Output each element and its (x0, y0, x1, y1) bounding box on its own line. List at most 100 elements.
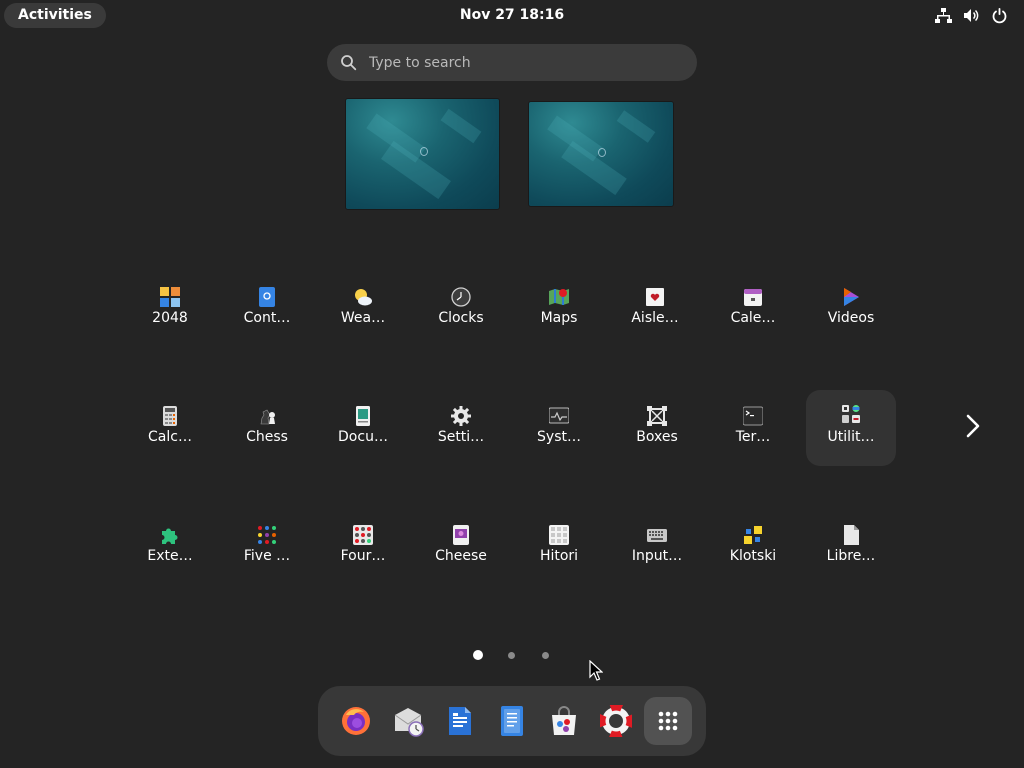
page-dot-3[interactable] (542, 652, 549, 659)
app-aisleriot[interactable]: Aisle… (610, 275, 700, 347)
app-label: Calc… (148, 429, 192, 445)
calendar-icon (744, 289, 762, 306)
app-weather[interactable]: Wea… (318, 275, 408, 347)
boxes-icon (647, 406, 667, 426)
app-calendar[interactable]: Cale… (708, 275, 798, 347)
system-monitor-icon (549, 407, 569, 424)
debian-swirl-icon (598, 148, 606, 157)
app-label: Clocks (438, 310, 484, 326)
app-label: Exte… (147, 548, 193, 564)
page-dot-1[interactable] (473, 650, 483, 660)
wallpaper-shard (440, 108, 482, 144)
app-maps[interactable]: Maps (514, 275, 604, 347)
hitori-icon (549, 525, 569, 545)
app-label: Five … (243, 548, 291, 564)
workspace-thumbnail-1[interactable] (346, 99, 499, 209)
app-label: Aisle… (631, 310, 679, 326)
app-input-method[interactable]: Input… (612, 513, 702, 585)
chevron-right-icon[interactable] (962, 413, 984, 439)
writer-document-icon (449, 707, 471, 735)
contacts-icon (259, 287, 275, 307)
search-icon (341, 55, 357, 71)
dock-show-apps[interactable] (644, 697, 692, 745)
app-2048[interactable]: 2048 (125, 275, 215, 347)
app-calculator[interactable]: Calc… (125, 394, 215, 466)
dock-evolution[interactable] (384, 697, 432, 745)
maps-icon (549, 289, 569, 305)
power-icon[interactable] (991, 7, 1008, 24)
app-terminal[interactable]: Ter… (708, 394, 798, 466)
settings-gear-icon (451, 406, 471, 426)
text-editor-icon (501, 706, 523, 736)
volume-icon[interactable] (963, 7, 980, 24)
page-dot-2[interactable] (508, 652, 515, 659)
mouse-pointer-icon (589, 660, 603, 681)
dock-software[interactable] (540, 697, 588, 745)
app-label: Libre… (826, 548, 876, 564)
app-cheese[interactable]: Cheese (416, 513, 506, 585)
dock-help[interactable] (592, 697, 640, 745)
app-clocks[interactable]: Clocks (416, 275, 506, 347)
app-label: Videos (827, 310, 875, 326)
workspace-thumbnail-2[interactable] (529, 102, 673, 206)
app-label: Maps (540, 310, 578, 326)
app-label: Chess (246, 429, 288, 445)
document-viewer-icon (356, 406, 370, 426)
app-label: Input… (631, 548, 683, 564)
clocks-icon (451, 287, 471, 307)
system-tray[interactable] (935, 7, 1008, 24)
app-label: Cont… (243, 310, 291, 326)
app-label: Cheese (435, 548, 487, 564)
app-label: Syst… (537, 429, 581, 445)
app-label: Hitori (539, 548, 579, 564)
app-utilities-folder[interactable]: Utilit… (806, 390, 896, 466)
top-bar: Activities Nov 27 18:16 (0, 0, 1024, 32)
libreoffice-icon (844, 525, 859, 545)
app-hitori[interactable]: Hitori (514, 513, 604, 585)
mail-clock-icon (394, 708, 424, 737)
app-label: Four… (340, 548, 386, 564)
dock-text-editor[interactable] (488, 697, 536, 745)
utilities-folder-icon (842, 405, 860, 423)
klotski-icon (744, 526, 762, 544)
dash-dock (318, 686, 706, 756)
app-boxes[interactable]: Boxes (612, 394, 702, 466)
app-label: Ter… (735, 429, 771, 445)
app-label: Setti… (437, 429, 485, 445)
app-libreoffice[interactable]: Libre… (806, 513, 896, 585)
app-settings[interactable]: Setti… (416, 394, 506, 466)
app-label: Utilit… (827, 429, 875, 445)
calculator-icon (163, 406, 177, 426)
debian-swirl-icon (420, 147, 428, 156)
2048-icon (160, 287, 180, 307)
videos-icon (844, 288, 859, 306)
search-input[interactable] (367, 52, 671, 74)
clock[interactable]: Nov 27 18:16 (0, 7, 1024, 23)
app-system-monitor[interactable]: Syst… (514, 394, 604, 466)
network-wired-icon[interactable] (935, 7, 952, 24)
app-extensions[interactable]: Exte… (125, 513, 215, 585)
app-grid-icon (658, 711, 678, 731)
weather-icon (355, 289, 372, 306)
four-in-a-row-icon (353, 525, 373, 545)
app-label: 2048 (152, 310, 188, 326)
cheese-icon (453, 525, 469, 545)
app-contacts[interactable]: Cont… (222, 275, 312, 347)
app-four-in-a-row[interactable]: Four… (318, 513, 408, 585)
help-lifebuoy-icon (600, 705, 632, 737)
chess-icon (260, 409, 275, 425)
wallpaper-shard (616, 110, 656, 143)
app-five-or-more[interactable]: Five … (222, 513, 312, 585)
app-videos[interactable]: Videos (806, 275, 896, 347)
app-chess[interactable]: Chess (222, 394, 312, 466)
search-bar[interactable] (327, 44, 697, 81)
input-method-keyboard-icon (647, 529, 667, 542)
dock-firefox[interactable] (332, 697, 380, 745)
app-label: Wea… (340, 310, 386, 326)
software-bag-icon (552, 706, 576, 735)
app-klotski[interactable]: Klotski (708, 513, 798, 585)
terminal-icon (743, 406, 763, 426)
app-label: Klotski (729, 548, 777, 564)
app-document-viewer[interactable]: Docu… (318, 394, 408, 466)
dock-libreoffice-writer[interactable] (436, 697, 484, 745)
